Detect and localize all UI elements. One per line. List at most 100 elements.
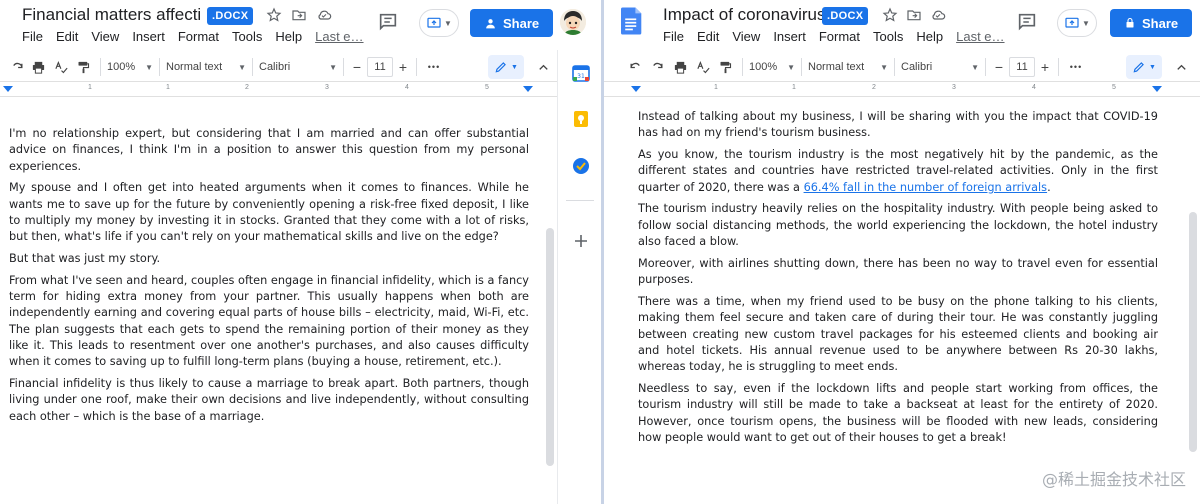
paint-format-icon[interactable] <box>714 55 736 79</box>
zoom-select[interactable]: 100% ▼ <box>107 61 153 73</box>
document-body[interactable]: I'm no relationship expert, but consider… <box>9 126 529 431</box>
paragraph-text: . <box>1047 180 1051 194</box>
avatar[interactable] <box>560 9 586 35</box>
more-options-button[interactable]: ••• <box>1065 55 1087 79</box>
cloud-status-icon[interactable] <box>928 5 948 25</box>
print-icon[interactable] <box>26 55 50 79</box>
paint-format-icon[interactable] <box>72 55 94 79</box>
cloud-status-icon[interactable] <box>314 5 334 25</box>
editing-mode-button[interactable]: ▼ <box>488 55 524 79</box>
comment-history-icon[interactable] <box>1016 11 1040 35</box>
share-button[interactable]: Share <box>470 9 554 37</box>
doc-title[interactable]: Financial matters affecti… <box>22 5 200 25</box>
menu-format[interactable]: Format <box>178 29 219 44</box>
menu-tools[interactable]: Tools <box>232 29 262 44</box>
toolbar-divider <box>416 58 417 76</box>
left-indent-marker[interactable] <box>631 86 641 92</box>
paragraph: Needless to say, even if the lockdown li… <box>638 381 1158 444</box>
doc-title[interactable]: Impact of coronavirus <box>663 5 823 25</box>
docx-badge: .DOCX <box>822 7 869 25</box>
chevron-down-icon: ▼ <box>787 62 795 72</box>
paragraph: Moreover, with airlines shutting down, t… <box>638 256 1158 287</box>
menu-edit[interactable]: Edit <box>697 29 719 44</box>
chevron-down-icon: ▼ <box>1149 63 1156 71</box>
redo-icon[interactable] <box>646 55 668 79</box>
style-select[interactable]: Normal text ▼ <box>808 61 888 73</box>
comment-history-icon[interactable] <box>377 11 401 35</box>
vertical-scrollbar[interactable] <box>1189 212 1197 452</box>
right-indent-marker[interactable] <box>1152 86 1162 92</box>
lock-icon <box>1126 17 1134 28</box>
share-person-icon <box>486 18 495 28</box>
decrease-font-size-button[interactable]: − <box>350 55 364 79</box>
present-icon <box>427 17 441 28</box>
menu-insert[interactable]: Insert <box>132 29 165 44</box>
menu-format[interactable]: Format <box>819 29 860 44</box>
redo-icon[interactable] <box>8 55 26 79</box>
move-folder-icon[interactable] <box>904 5 924 25</box>
menu-file[interactable]: File <box>663 29 684 44</box>
side-panel-divider <box>566 200 594 201</box>
menu-help[interactable]: Help <box>275 29 302 44</box>
vertical-scrollbar[interactable] <box>546 228 554 466</box>
side-panel: 31 <box>557 50 601 504</box>
last-edit-link[interactable]: Last e… <box>315 29 363 44</box>
document-body[interactable]: Instead of talking about my business, I … <box>638 109 1158 452</box>
menu-tools[interactable]: Tools <box>873 29 903 44</box>
font-select[interactable]: Calibri ▼ <box>259 61 337 73</box>
present-button[interactable]: ▼ <box>1057 9 1097 37</box>
formatting-toolbar: 100% ▼ Normal text ▼ Calibri ▼ − 11 + ••• ▼ <box>8 52 556 82</box>
tasks-icon[interactable] <box>572 157 590 175</box>
spellcheck-icon[interactable] <box>692 55 714 79</box>
menu-help[interactable]: Help <box>916 29 943 44</box>
chevron-down-icon: ▼ <box>444 18 452 28</box>
toolbar-divider <box>894 58 895 76</box>
left-indent-marker[interactable] <box>3 86 13 92</box>
keep-icon[interactable] <box>572 110 590 128</box>
star-icon[interactable] <box>264 5 284 25</box>
calendar-icon[interactable]: 31 <box>572 64 590 82</box>
share-button[interactable]: Share <box>1110 9 1193 37</box>
toolbar-divider <box>742 58 743 76</box>
font-value: Calibri <box>259 61 291 73</box>
increase-font-size-button[interactable]: + <box>396 55 410 79</box>
more-options-button[interactable]: ••• <box>423 55 445 79</box>
present-icon <box>1065 17 1079 28</box>
menu-bar: File Edit View Insert Format Tools Help … <box>22 29 377 44</box>
left-docs-window: Financial matters affecti… .DOCX File Ed… <box>0 0 601 504</box>
last-edit-link[interactable]: Last e… <box>956 29 1004 44</box>
move-folder-icon[interactable] <box>289 5 309 25</box>
font-size-input[interactable]: 11 <box>367 57 393 77</box>
chevron-up-icon[interactable] <box>530 55 556 79</box>
decrease-font-size-button[interactable]: − <box>992 55 1006 79</box>
paragraph: The tourism industry heavily relies on t… <box>638 202 1158 249</box>
increase-font-size-button[interactable]: + <box>1038 55 1052 79</box>
chevron-down-icon: ▼ <box>1082 18 1090 28</box>
font-value: Calibri <box>901 61 933 73</box>
chevron-up-icon[interactable] <box>1168 55 1194 79</box>
editing-mode-button[interactable]: ▼ <box>1126 55 1162 79</box>
menu-view[interactable]: View <box>732 29 760 44</box>
print-icon[interactable] <box>668 55 692 79</box>
menu-file[interactable]: File <box>22 29 43 44</box>
menu-view[interactable]: View <box>91 29 119 44</box>
zoom-select[interactable]: 100% ▼ <box>749 61 795 73</box>
star-icon[interactable] <box>880 5 900 25</box>
share-label: Share <box>1142 15 1179 31</box>
undo-icon[interactable] <box>624 55 646 79</box>
menu-edit[interactable]: Edit <box>56 29 78 44</box>
add-icon[interactable] <box>572 232 590 250</box>
style-select[interactable]: Normal text ▼ <box>166 61 246 73</box>
foreign-arrivals-link[interactable]: 66.4% fall in the number of foreign arri… <box>804 181 1048 194</box>
pencil-icon <box>495 62 506 73</box>
right-indent-marker[interactable] <box>523 86 533 92</box>
spellcheck-icon[interactable] <box>50 55 72 79</box>
font-select[interactable]: Calibri ▼ <box>901 61 979 73</box>
screen: Financial matters affecti… .DOCX File Ed… <box>0 0 1200 504</box>
menu-insert[interactable]: Insert <box>773 29 806 44</box>
style-value: Normal text <box>166 61 223 73</box>
docs-logo-icon[interactable] <box>621 6 647 38</box>
zoom-value: 100% <box>107 61 136 73</box>
present-button[interactable]: ▼ <box>419 9 459 37</box>
font-size-input[interactable]: 11 <box>1009 57 1035 77</box>
